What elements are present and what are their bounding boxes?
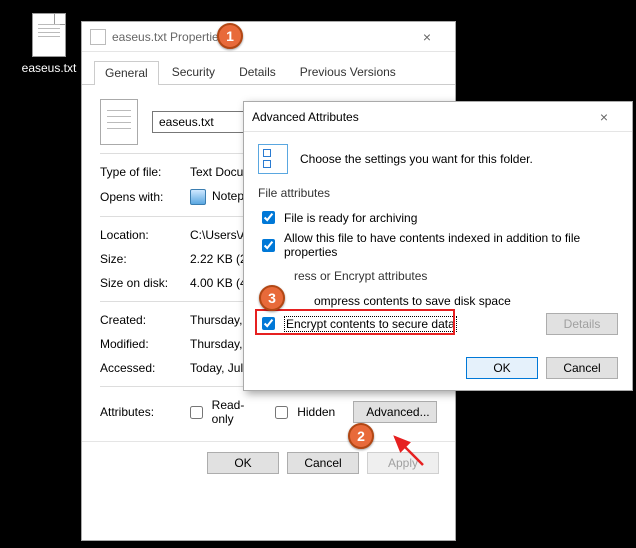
label-location: Location: xyxy=(100,228,190,242)
text-file-icon xyxy=(32,13,66,57)
label-size: Size: xyxy=(100,252,190,266)
advanced-title: Advanced Attributes xyxy=(252,110,584,124)
checkbox-archive[interactable]: File is ready for archiving xyxy=(258,206,618,229)
advanced-button[interactable]: Advanced... xyxy=(353,401,437,423)
advanced-prompt: Choose the settings you want for this fo… xyxy=(300,152,533,166)
tab-security[interactable]: Security xyxy=(161,60,226,84)
group-compress-encrypt: ress or Encrypt attributes xyxy=(258,269,618,283)
advanced-titlebar[interactable]: Advanced Attributes × xyxy=(244,102,632,132)
desktop-file-txt[interactable]: easeus.txt xyxy=(17,13,81,75)
ok-button[interactable]: OK xyxy=(207,452,279,474)
properties-title: easeus.txt Properties xyxy=(112,30,407,44)
tab-general[interactable]: General xyxy=(94,61,159,85)
desktop-file-label: easeus.txt xyxy=(17,61,81,75)
attributes-icon xyxy=(258,144,288,174)
properties-tabs: General Security Details Previous Versio… xyxy=(82,52,455,85)
file-type-icon xyxy=(100,99,138,145)
close-icon[interactable]: × xyxy=(584,108,624,126)
label-attributes: Attributes: xyxy=(100,405,186,419)
label-opens-with: Opens with: xyxy=(100,190,190,204)
label-created: Created: xyxy=(100,313,190,327)
notepad-icon xyxy=(190,189,206,205)
titlebar-file-icon xyxy=(90,29,106,45)
tab-previous-versions[interactable]: Previous Versions xyxy=(289,60,407,84)
checkbox-hidden[interactable]: Hidden xyxy=(271,403,335,422)
group-file-attributes: File attributes xyxy=(258,186,618,200)
label-modified: Modified: xyxy=(100,337,190,351)
checkbox-encrypt[interactable]: Encrypt contents to secure data xyxy=(258,312,457,335)
tab-details[interactable]: Details xyxy=(228,60,287,84)
apply-button[interactable]: Apply xyxy=(367,452,439,474)
checkbox-index[interactable]: Allow this file to have contents indexed… xyxy=(258,229,618,261)
annotation-badge-3: 3 xyxy=(259,285,285,311)
properties-titlebar[interactable]: easeus.txt Properties × xyxy=(82,22,455,52)
details-button[interactable]: Details xyxy=(546,313,618,335)
label-accessed: Accessed: xyxy=(100,361,190,375)
advanced-attributes-dialog: Advanced Attributes × Choose the setting… xyxy=(243,101,633,391)
close-icon[interactable]: × xyxy=(407,28,447,46)
checkbox-compress[interactable]: ompress contents to save disk space xyxy=(258,289,618,312)
annotation-badge-1: 1 xyxy=(217,23,243,49)
annotation-badge-2: 2 xyxy=(348,423,374,449)
label-size-on-disk: Size on disk: xyxy=(100,276,190,290)
checkbox-read-only[interactable]: Read-only xyxy=(186,398,260,426)
label-type: Type of file: xyxy=(100,165,190,179)
advanced-cancel-button[interactable]: Cancel xyxy=(546,357,618,379)
cancel-button[interactable]: Cancel xyxy=(287,452,359,474)
advanced-ok-button[interactable]: OK xyxy=(466,357,538,379)
